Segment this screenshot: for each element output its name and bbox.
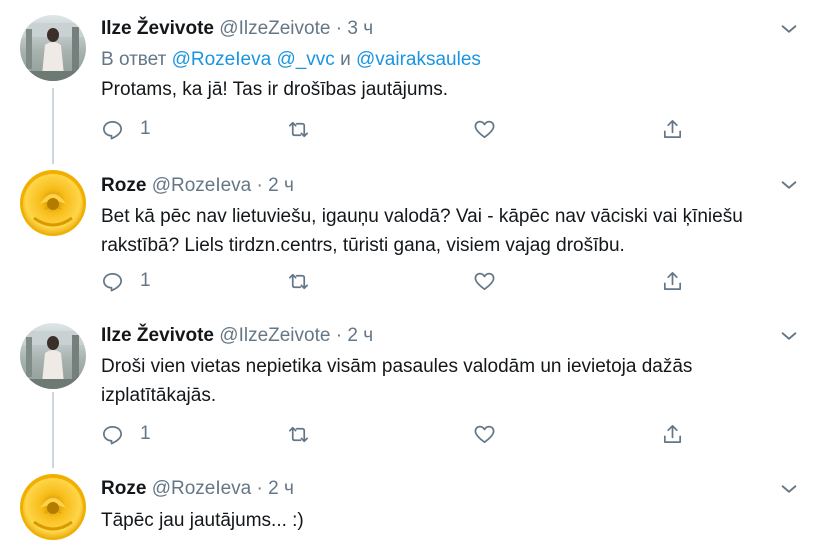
chevron-down-icon[interactable] — [778, 478, 800, 500]
share-icon — [663, 271, 682, 290]
tweet[interactable]: Ilze Ževivote @IlzeZeivote · 3 ч В ответ… — [0, 0, 819, 160]
separator-dot: · — [335, 325, 343, 346]
separator-dot: · — [335, 18, 343, 39]
retweet-button[interactable] — [287, 420, 310, 448]
timestamp[interactable]: 2 ч — [268, 478, 294, 499]
separator-dot: · — [256, 478, 263, 499]
reply-count: 1 — [140, 423, 151, 444]
retweet-button[interactable] — [287, 115, 310, 143]
reply-icon — [103, 425, 122, 444]
timestamp[interactable]: 2 ч — [347, 325, 373, 346]
reply-context: В ответ @RozeIeva @_vvc и @vairaksaules — [101, 49, 481, 71]
avatar[interactable] — [20, 170, 86, 236]
avatar[interactable] — [20, 323, 86, 389]
tweet[interactable]: Roze @RozeIeva · 2 ч Tāpēc jau jautājums… — [0, 465, 819, 545]
tweet-header: Ilze Ževivote @IlzeZeivote · 3 ч — [101, 18, 373, 40]
tweet-text-line: Droši vien vietas nepietika visām pasaul… — [101, 356, 693, 377]
chevron-down-icon[interactable] — [778, 325, 800, 347]
avatar[interactable] — [20, 474, 86, 540]
author-name[interactable]: Ilze Ževivote — [101, 18, 214, 39]
portrait-avatar-image — [20, 323, 86, 389]
heart-icon — [474, 425, 495, 443]
tweet[interactable]: Ilze Ževivote @IlzeZeivote · 2 ч Droši v… — [0, 310, 819, 465]
author-handle[interactable]: @IlzeZeivote — [219, 18, 330, 39]
tweet-actions: 1 — [101, 115, 701, 143]
reply-button[interactable]: 1 — [101, 267, 151, 295]
share-icon — [663, 424, 682, 443]
mention-link[interactable]: @_vvc — [276, 49, 334, 70]
author-name[interactable]: Ilze Ževivote — [101, 325, 214, 346]
reply-button[interactable]: 1 — [101, 115, 151, 143]
author-handle[interactable]: @IlzeZeivote — [219, 325, 330, 346]
portrait-avatar-image — [20, 15, 86, 81]
tweet-text: Bet kā pēc nav lietuviešu, igauņu valodā… — [101, 202, 801, 260]
mention-link[interactable]: @vairaksaules — [356, 49, 481, 70]
tweet-text: Tāpēc jau jautājums... :) — [101, 510, 304, 531]
retweet-button[interactable] — [287, 267, 310, 295]
like-button[interactable] — [473, 267, 496, 295]
tweet-header: Ilze Ževivote @IlzeZeivote · 2 ч — [101, 325, 373, 347]
tweet-header: Roze @RozeIeva · 2 ч — [101, 478, 294, 500]
heart-icon — [474, 272, 495, 290]
reply-button[interactable]: 1 — [101, 420, 151, 448]
tweet-actions: 1 — [101, 420, 701, 448]
share-button[interactable] — [661, 115, 684, 143]
tweet-actions: 1 — [101, 267, 701, 295]
author-handle[interactable]: @RozeIeva — [152, 478, 252, 499]
like-button[interactable] — [473, 420, 496, 448]
reply-icon — [103, 120, 122, 139]
tweet[interactable]: Roze @RozeIeva · 2 ч Bet kā pēc nav liet… — [0, 160, 819, 310]
yellow-rose-avatar-image — [20, 474, 86, 540]
timestamp[interactable]: 3 ч — [347, 18, 373, 39]
tweet-text: Protams, ka jā! Tas ir drošības jautājum… — [101, 79, 449, 100]
share-button[interactable] — [661, 267, 684, 295]
reply-count: 1 — [140, 118, 151, 139]
reply-count: 1 — [140, 270, 151, 291]
author-name[interactable]: Roze — [101, 175, 146, 196]
tweet-text-line: rakstībā? Liels tirdzn.centrs, tūristi g… — [101, 235, 625, 256]
share-icon — [663, 119, 682, 138]
tweet-header: Roze @RozeIeva · 2 ч — [101, 175, 294, 197]
heart-icon — [474, 120, 495, 138]
avatar[interactable] — [20, 15, 86, 81]
separator-dot: · — [256, 175, 263, 196]
chevron-down-icon[interactable] — [778, 18, 800, 40]
author-handle[interactable]: @RozeIeva — [152, 175, 252, 196]
timestamp[interactable]: 2 ч — [268, 175, 294, 196]
like-button[interactable] — [473, 115, 496, 143]
retweet-icon — [289, 426, 308, 442]
reply-icon — [103, 272, 122, 291]
reply-prefix: В ответ — [101, 49, 167, 70]
tweet-text-line: Bet kā pēc nav lietuviešu, igauņu valodā… — [101, 206, 743, 227]
share-button[interactable] — [661, 420, 684, 448]
yellow-rose-avatar-image — [20, 170, 86, 236]
author-name[interactable]: Roze — [101, 478, 146, 499]
retweet-icon — [289, 121, 308, 137]
retweet-icon — [289, 273, 308, 289]
chevron-down-icon[interactable] — [778, 174, 800, 196]
mention-link[interactable]: @RozeIeva — [172, 49, 272, 70]
tweet-text: Droši vien vietas nepietika visām pasaul… — [101, 352, 801, 410]
tweet-text-line: izplatītākajās. — [101, 385, 217, 406]
reply-and: и — [340, 49, 351, 70]
